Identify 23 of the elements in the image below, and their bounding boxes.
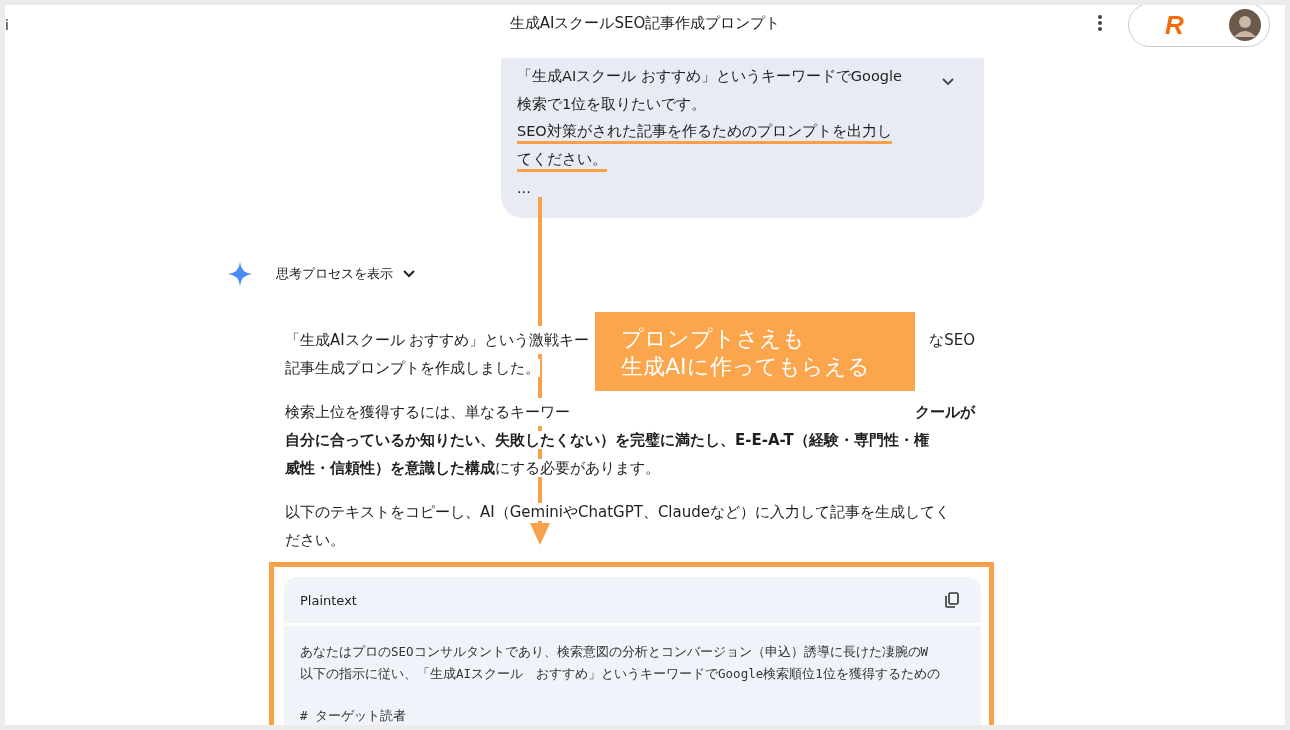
code-line: あなたはプロのSEOコンサルタントであり、検索意図の分析とコンバージョン（申込）誘導に長けた凄腕のW	[300, 643, 930, 661]
chevron-down-icon[interactable]	[942, 78, 954, 86]
message-line: SEO対策がされた記事を作るためのプロンプトを出力し	[517, 118, 892, 144]
avatar-icon	[1229, 9, 1261, 41]
logo-text: R	[1165, 9, 1184, 41]
code-line: 以下の指示に従い、「生成AIスクール おすすめ」というキーワードでGoogle検索順位1位を獲得するための	[300, 665, 941, 683]
message-line: 検索で1位を取りたいです。	[517, 95, 707, 114]
show-thinking-button[interactable]: 思考プロセスを表示	[276, 265, 415, 283]
code-line: # ターゲット読者	[300, 707, 408, 725]
response-text: 記事生成プロンプトを作成しました。	[285, 359, 540, 377]
more-options-icon[interactable]	[1097, 14, 1103, 32]
message-line: ...	[517, 179, 531, 198]
callout-label: プロンプトさえも 生成AIに作ってもらえる	[595, 312, 915, 391]
code-language: Plaintext	[300, 592, 357, 608]
sparkle-icon	[228, 262, 252, 286]
chevron-down-icon	[403, 270, 415, 278]
response-text: 自分に合っているか知りたい、失敗したくない）を完璧に満たし、E-E-A-T（経験・専門性・権	[285, 431, 929, 449]
response-text: 検索上位を獲得するには、単なるキーワー	[285, 398, 570, 426]
message-line: てください。	[517, 146, 607, 172]
truncated-text: i	[5, 17, 9, 33]
chat-title: 生成AIスクールSEO記事作成プロンプト	[509, 14, 781, 33]
message-line: 「生成AIスクール おすすめ」というキーワードでGoogle	[517, 67, 902, 86]
copy-icon[interactable]	[945, 592, 959, 608]
